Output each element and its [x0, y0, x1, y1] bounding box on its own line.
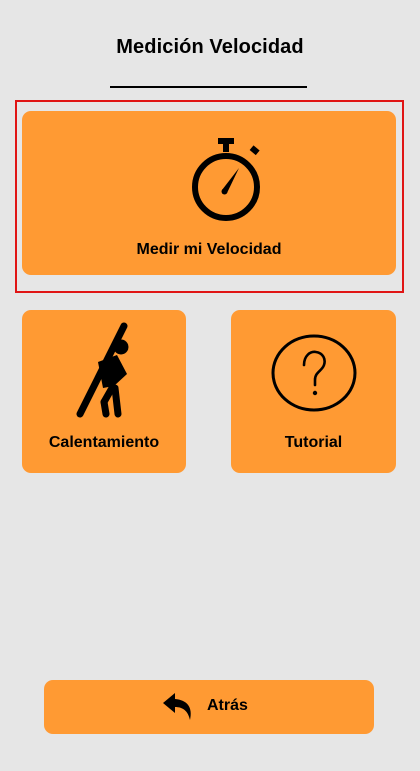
warmup-button[interactable]: Calentamiento	[22, 310, 186, 473]
measure-speed-label: Medir mi Velocidad	[136, 241, 282, 258]
measure-speed-button[interactable]: Medir mi Velocidad	[22, 111, 396, 275]
stretching-person-icon	[76, 322, 129, 418]
question-mark-icon	[271, 334, 357, 412]
back-label: Atrás	[207, 697, 248, 714]
warmup-label: Calentamiento	[48, 434, 160, 451]
stopwatch-icon	[192, 138, 260, 221]
back-arrow-icon	[163, 693, 191, 720]
back-button[interactable]: Atrás	[44, 680, 374, 734]
title-divider	[110, 86, 307, 88]
tutorial-button[interactable]: Tutorial	[231, 310, 396, 473]
tutorial-label: Tutorial	[284, 434, 343, 451]
app-screen: { "header": { "title": "Medición Velocid…	[0, 0, 420, 771]
page-title: Medición Velocidad	[116, 36, 304, 58]
